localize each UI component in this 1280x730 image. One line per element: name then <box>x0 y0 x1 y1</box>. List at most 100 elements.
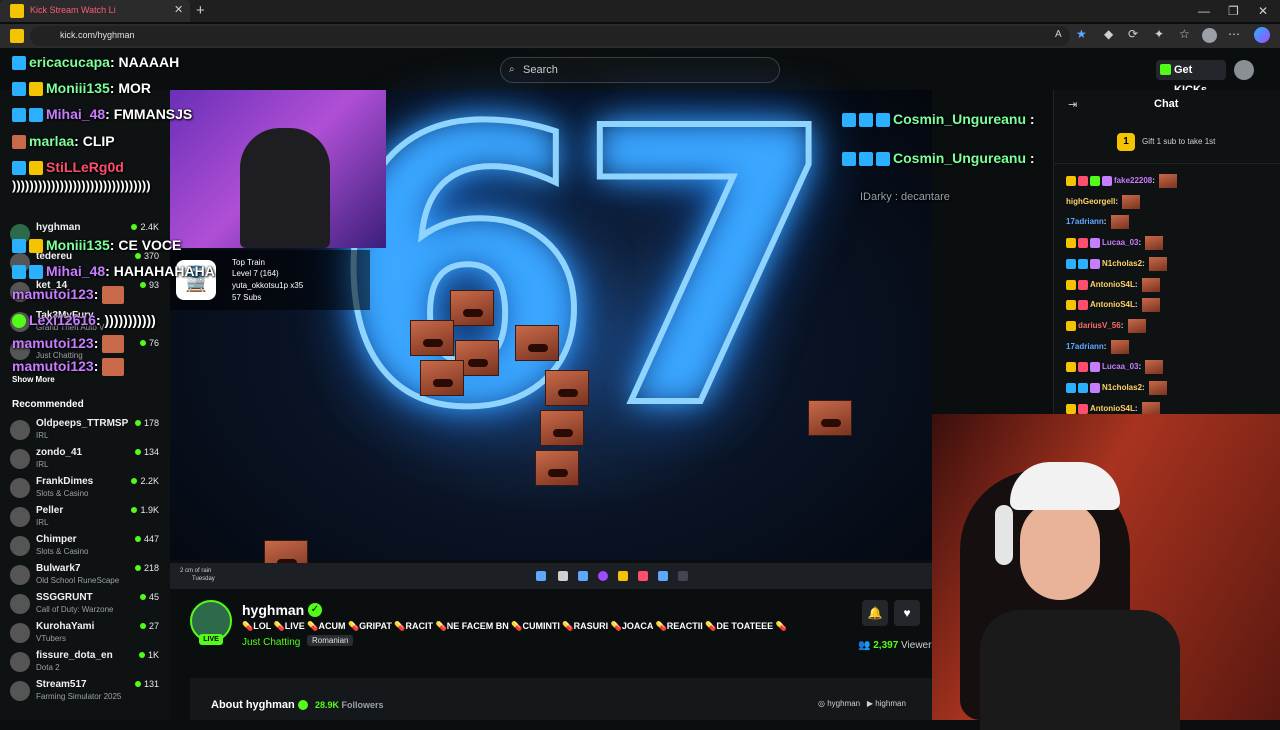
emote-icon <box>1145 360 1164 375</box>
train-user: yuta_okkotsu1p x35 <box>232 281 304 290</box>
refresh-icon[interactable]: ⟳ <box>1128 27 1138 41</box>
avatar <box>10 594 30 614</box>
get-kicks-button[interactable]: Get KICKs <box>1156 60 1226 96</box>
train-level: Level 7 (164) <box>232 269 279 278</box>
url-field[interactable]: kick.com/hyghman <box>30 26 1070 46</box>
minimize-button[interactable]: — <box>1198 4 1210 18</box>
close-window-button[interactable]: ✕ <box>1258 4 1268 18</box>
recommended-channel[interactable]: fissure_dota_en Dota 2 1K <box>10 650 165 676</box>
chat-message[interactable]: AntonioS4L: <box>1066 298 1160 314</box>
follow-heart-button[interactable]: ♥ <box>894 600 920 626</box>
new-tab-button[interactable]: + <box>196 2 205 19</box>
more-menu-icon[interactable]: ⋯ <box>1228 27 1240 41</box>
overlay-chat-line: mamutoi123: <box>12 335 127 354</box>
user-avatar[interactable] <box>1234 60 1254 80</box>
favorite-star-icon[interactable]: ★ <box>1076 27 1087 41</box>
overlay-chat-line: Moniii135: MOR <box>12 80 151 97</box>
recommended-channel[interactable]: zondo_41 IRL 134 <box>10 447 165 473</box>
avatar <box>10 420 30 440</box>
chat-message[interactable]: N1cholas2: <box>1066 381 1167 397</box>
emote-icon <box>1141 298 1160 313</box>
chat-message[interactable]: dariusV_56: <box>1066 318 1146 335</box>
emote-icon <box>1110 339 1129 354</box>
app-icon <box>638 571 648 581</box>
headphone-graphic <box>995 505 1013 565</box>
recommended-channel[interactable]: Peller IRL 1.9K <box>10 505 165 531</box>
browser-tab[interactable]: Kick Stream Watch Li ✕ <box>0 0 190 22</box>
chat-title: Chat <box>1154 98 1179 110</box>
channel-category: Old School RuneScape <box>36 576 120 585</box>
chat-username[interactable]: N1cholas2 <box>1102 383 1142 392</box>
channel-category: Dota 2 <box>36 663 60 672</box>
badge-icon <box>1066 383 1076 393</box>
chat-username[interactable]: Lucaa_03 <box>1102 362 1138 371</box>
stream-category[interactable]: Just Chatting <box>242 637 300 648</box>
avatar <box>10 652 30 672</box>
badge-icon <box>1078 279 1088 290</box>
recommended-channel[interactable]: Bulwark7 Old School RuneScape 218 <box>10 563 165 589</box>
read-aloud-icon[interactable]: A <box>1055 29 1062 40</box>
recommended-channel[interactable]: SSGGRUNT Call of Duty: Warzone 45 <box>10 592 165 618</box>
chat-message[interactable]: fake22208: <box>1066 174 1178 190</box>
recommended-channel[interactable]: Oldpeeps_TTRMSP IRL 178 <box>10 418 165 444</box>
instagram-link[interactable]: hyghman <box>827 699 860 708</box>
chat-message[interactable]: highGeorgell: <box>1066 194 1141 211</box>
badge-icon <box>1066 362 1076 373</box>
avatar <box>10 536 30 556</box>
chat-username[interactable]: AntonioS4L <box>1090 300 1135 309</box>
extensions-icon[interactable]: ✦ <box>1154 27 1164 41</box>
emote-icon <box>1148 381 1167 395</box>
tab-close-icon[interactable]: ✕ <box>174 3 183 16</box>
chat-username[interactable]: highGeorgell <box>1066 197 1115 206</box>
chat-username[interactable]: AntonioS4L <box>1090 404 1135 413</box>
emote-image <box>410 320 454 356</box>
profile-icon[interactable] <box>1202 28 1217 43</box>
maximize-button[interactable]: ❐ <box>1228 4 1239 18</box>
viewer-count: 2.2K <box>131 476 159 486</box>
recommended-channel[interactable]: KurohaYami VTubers 27 <box>10 621 165 647</box>
chat-message[interactable]: N1cholas2: <box>1066 256 1167 273</box>
chat-username[interactable]: dariusV_56 <box>1078 321 1121 330</box>
chat-message[interactable]: Lucaa_03: <box>1066 360 1164 376</box>
overlay-chat-line: mamutoi123: <box>12 286 127 305</box>
chat-username[interactable]: Lucaa_03 <box>1102 238 1138 247</box>
overlay-chat-line: IDarky : decantare <box>860 191 950 203</box>
collapse-chat-icon[interactable]: ⇥ <box>1068 98 1077 111</box>
favorites-icon[interactable]: ☆ <box>1179 27 1190 41</box>
viewer-count: 447 <box>134 534 159 544</box>
overlay-chat-line: Moniii135: CE VOCE <box>12 237 181 254</box>
recommended-channel[interactable]: Stream517 Farming Simulator 2025 131 <box>10 679 165 705</box>
emote-image <box>420 360 464 396</box>
viewer-count: 93 <box>139 280 159 290</box>
chat-username[interactable]: 17adriann <box>1066 218 1104 227</box>
recommended-channel[interactable]: FrankDimes Slots & Casino 2.2K <box>10 476 165 502</box>
overlay-chat-line: )))))))))))))))))))))))))))))))) <box>12 178 151 193</box>
badge-icon <box>1078 258 1088 269</box>
overlay-chat-line: StiLLeRg0d <box>12 159 124 176</box>
streamer-figure <box>240 128 330 248</box>
copilot-icon[interactable] <box>1254 27 1270 43</box>
notification-bell-button[interactable]: 🔔 <box>862 600 888 626</box>
youtube-link[interactable]: highman <box>875 699 906 708</box>
chat-message[interactable]: 17adriann: <box>1066 339 1129 356</box>
viewer-count: 218 <box>134 563 159 573</box>
badge-icon <box>1066 258 1076 269</box>
chat-username[interactable]: AntonioS4L <box>1090 280 1135 289</box>
chat-message[interactable]: AntonioS4L: <box>1066 277 1160 294</box>
chat-username[interactable]: 17adriann <box>1066 342 1104 351</box>
streamer-name[interactable]: hyghman <box>242 602 304 618</box>
channel-name: zondo_41 <box>36 447 83 458</box>
chat-message[interactable]: 17adriann: <box>1066 215 1129 231</box>
recommended-channel[interactable]: Chimper Slots & Casino 447 <box>10 534 165 560</box>
emote-image <box>808 400 852 436</box>
chat-username[interactable]: N1cholas2 <box>1102 259 1142 268</box>
chat-message[interactable]: Lucaa_03: <box>1066 236 1164 252</box>
show-more-link[interactable]: Show More <box>12 375 55 384</box>
social-links[interactable]: ◎ hyghman ▶ highman <box>818 699 906 708</box>
avatar <box>10 623 30 643</box>
extension-icon[interactable]: ◆ <box>1104 27 1113 41</box>
browser-tab-strip <box>0 0 1280 22</box>
channel-name: KurohaYami <box>36 621 95 632</box>
chat-username[interactable]: fake22208 <box>1114 176 1152 185</box>
language-tag[interactable]: Romanian <box>307 635 354 646</box>
